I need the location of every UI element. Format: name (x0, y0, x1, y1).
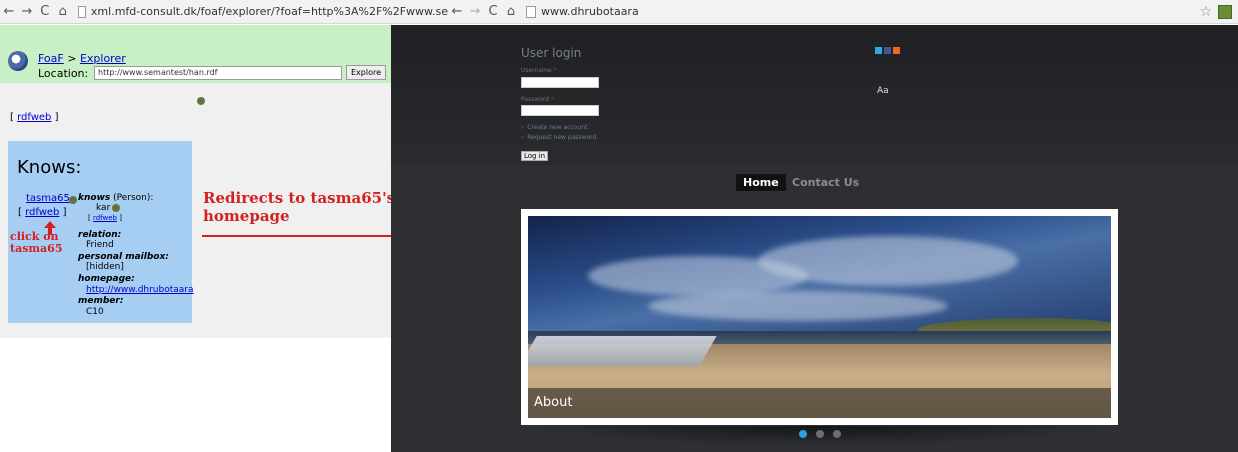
extension-icon[interactable] (1218, 5, 1232, 19)
back-arrow-icon[interactable]: ← (448, 3, 466, 21)
forward-arrow-icon[interactable]: → (466, 3, 484, 21)
crumb-separator: > (63, 52, 80, 65)
request-password-bullet: › (521, 134, 524, 141)
foaf-header: FoaF > Explorer Location: http://www.sem… (0, 25, 391, 83)
slide-cloud (648, 291, 948, 321)
knows-name: kar (96, 203, 111, 213)
person-entry: tasma65 (26, 193, 70, 204)
left-browser-toolbar: ← → C ⌂ xml.mfd-consult.dk/foaf/explorer… (0, 0, 448, 24)
foaf-explorer-page: FoaF > Explorer Location: http://www.sem… (0, 25, 391, 338)
location-input[interactable]: http://www.semantest/han.rdf (94, 66, 342, 80)
mailbox-value: [hidden] (86, 262, 124, 272)
bracket-close: ] (116, 214, 122, 222)
knows-panel: Knows: tasma65 [ rdfweb ] click on tasma… (8, 141, 194, 323)
request-password-link[interactable]: › Request new password (521, 134, 596, 141)
mailbox-label: personal mailbox: (78, 252, 169, 262)
password-required-mark: * (550, 96, 554, 103)
left-address-text: xml.mfd-consult.dk/foaf/explorer/?foaf=h… (90, 4, 449, 18)
person-rdfweb: [ rdfweb ] (18, 207, 67, 218)
slide-foam (528, 336, 717, 366)
create-account-text: Create new account (527, 124, 588, 131)
slide-caption-bar: About (528, 388, 1111, 418)
knows-type: (Person): (110, 193, 154, 203)
member-label-text: member: (78, 296, 124, 306)
beach-slide-image: About (528, 216, 1111, 418)
home-icon[interactable]: ⌂ (502, 3, 520, 21)
relation-value: Friend (86, 240, 114, 250)
slider-dot-1[interactable] (799, 430, 807, 438)
nav-home[interactable]: Home (736, 174, 786, 191)
facebook-icon[interactable] (884, 47, 891, 54)
right-address-text: www.dhrubotaara (541, 4, 639, 18)
bracket-close: ] (59, 207, 67, 218)
rdfweb-top-link[interactable]: rdfweb (17, 112, 51, 123)
homepage-link[interactable]: http://www.dhrubotaara (86, 285, 194, 295)
user-login-title: User login (521, 46, 582, 60)
back-arrow-icon[interactable]: ← (0, 3, 18, 21)
explore-button[interactable]: Explore (346, 65, 386, 80)
login-button[interactable]: Log in (521, 151, 549, 161)
knows-label: knows (78, 193, 111, 203)
tasma65-link[interactable]: tasma65 (26, 193, 70, 204)
bracket-close: ] (51, 112, 59, 123)
reload-icon[interactable]: C (484, 3, 502, 21)
person-gem-icon (69, 196, 77, 204)
dhrubotaara-site: User login Username * Password * › Creat… (391, 25, 1238, 452)
home-icon[interactable]: ⌂ (54, 3, 72, 21)
homepage-value: http://www.dhrubotaara (86, 285, 194, 295)
rss-icon[interactable] (893, 47, 900, 54)
username-label: Username * (521, 67, 557, 74)
relation-label: relation: (78, 230, 121, 240)
right-address-bar[interactable]: www.dhrubotaara (526, 3, 639, 21)
page-icon (77, 5, 86, 18)
password-input[interactable] (521, 105, 599, 116)
crumb-foaf-link[interactable]: FoaF (38, 52, 64, 65)
image-slider[interactable]: About (521, 209, 1118, 425)
slider-dot-3[interactable] (833, 430, 841, 438)
location-label: Location: (38, 67, 89, 80)
create-account-bullet: › (521, 124, 524, 131)
knows-row: knows (Person): (78, 193, 153, 203)
site-header (391, 25, 1238, 165)
left-address-bar[interactable]: xml.mfd-consult.dk/foaf/explorer/?foaf=h… (77, 3, 449, 21)
slide-cloud (758, 236, 1018, 286)
relation-label-text: relation: (78, 230, 122, 240)
username-required-mark: * (553, 67, 557, 74)
slide-caption[interactable]: About (534, 395, 572, 410)
homepage-label-text: homepage: (78, 274, 135, 284)
member-value: C10 (86, 307, 104, 317)
create-account-link[interactable]: › Create new account (521, 124, 587, 131)
reload-icon[interactable]: C (36, 3, 54, 21)
click-note-line-2: tasma65 (10, 242, 63, 255)
knows-heading: Knows: (17, 157, 82, 178)
knows-rdfweb-link[interactable]: rdfweb (93, 214, 117, 222)
page-icon (526, 5, 536, 18)
username-input[interactable] (521, 77, 599, 88)
username-label-text: Username (521, 67, 552, 74)
password-label-text: Password (521, 96, 550, 103)
rdfweb-top: [ rdfweb ] (10, 112, 59, 123)
nav-contact-us[interactable]: Contact Us (792, 176, 859, 189)
font-size-toggle[interactable]: Aa (877, 86, 889, 96)
forward-arrow-icon[interactable]: → (18, 3, 36, 21)
request-password-text: Request new password (527, 134, 597, 141)
password-label: Password * (521, 96, 554, 103)
breadcrumb: FoaF > Explorer (38, 52, 126, 65)
mailbox-label-text: personal mailbox: (78, 252, 169, 262)
homepage-label: homepage: (78, 274, 135, 284)
star-icon[interactable]: ☆ (1199, 3, 1212, 21)
foaf-gem-icon (197, 97, 205, 105)
person-rdfweb-link[interactable]: rdfweb (25, 207, 59, 218)
crumb-explorer-link[interactable]: Explorer (80, 52, 126, 65)
knows-gem-icon (112, 204, 120, 212)
twitter-icon[interactable] (875, 47, 882, 54)
right-browser-toolbar: ← → C ⌂ www.dhrubotaara ☆ (448, 0, 1238, 24)
slider-dot-2[interactable] (816, 430, 824, 438)
foaf-logo-icon (8, 51, 28, 71)
member-label: member: (78, 296, 123, 306)
knows-rdfweb: [ rdfweb ] (88, 214, 122, 222)
